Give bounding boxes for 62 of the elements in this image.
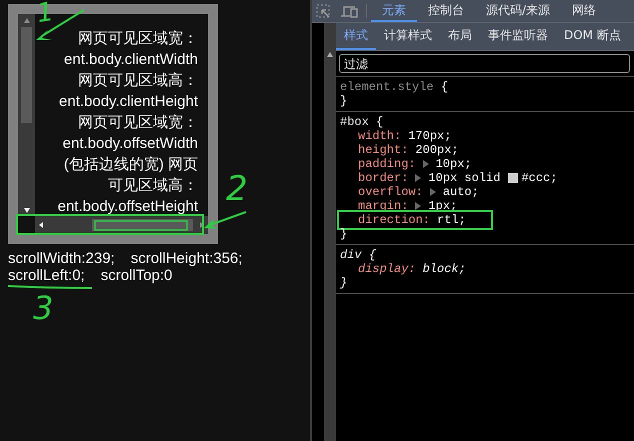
css-property-name: width: — [358, 129, 402, 143]
scroll-up-arrow-icon[interactable] — [24, 17, 30, 23]
annotation-number: 1 — [35, 0, 56, 28]
css-selector: #box — [340, 115, 369, 129]
box-text-line: 网页可见区域宽： — [78, 113, 198, 133]
scroll-down-arrow-icon[interactable] — [24, 207, 30, 213]
inspect-icon[interactable] — [316, 4, 331, 18]
css-selector: element.style — [340, 80, 434, 94]
box-text-line: 网页可见区域高： — [78, 71, 198, 91]
close-brace: } — [340, 227, 348, 241]
annotation-number: 2 — [226, 172, 248, 206]
css-property-value: rtl; — [437, 213, 466, 227]
scrollbar-thumb[interactable] — [21, 27, 32, 123]
css-property-value: 170px; — [408, 129, 452, 143]
open-brace: { — [440, 80, 448, 94]
box-text-line: 可见区域高： — [108, 176, 198, 196]
scroll-readout: scrollTop:0 — [100, 267, 172, 284]
css-selector: div — [340, 248, 362, 262]
devtools-tab[interactable]: 控制台 — [417, 0, 475, 22]
css-property-name: margin: — [358, 199, 408, 213]
scroll-readout: scrollHeight:356; — [130, 250, 242, 267]
css-property-name: border: — [358, 171, 408, 185]
open-brace: { — [376, 115, 384, 129]
device-toolbar-icon[interactable] — [341, 4, 358, 18]
box-text-line: ent.body.clientHeight — [59, 92, 198, 112]
scroll-readout: scrollWidth:239; — [8, 250, 115, 267]
annotation-arrow — [204, 210, 248, 230]
scroll-left-arrow-icon[interactable] — [38, 222, 44, 228]
box-text-line: ent.body.offsetHeight — [58, 197, 198, 216]
css-property-name: padding: — [358, 157, 416, 171]
box-text-line: 网页可见区域宽： — [78, 29, 198, 49]
styles-subtab[interactable]: DOM 断点 — [556, 23, 629, 50]
open-brace: { — [368, 248, 376, 262]
styles-subtab[interactable]: 布局 — [440, 23, 480, 50]
filter-field[interactable]: 过滤 — [339, 54, 630, 73]
color-swatch[interactable] — [508, 173, 518, 183]
scroll-up-arrow-icon[interactable] — [327, 51, 333, 57]
css-property-name: height: — [358, 143, 408, 157]
box-text-line: ent.body.clientWidth — [64, 50, 198, 70]
css-property-name: direction: — [358, 213, 430, 227]
annotation-number: 3 — [33, 292, 54, 324]
box-text-line: (包括边线的宽) 网页 — [64, 155, 198, 175]
vertical-scrollbar[interactable] — [18, 14, 35, 216]
devtools-tab[interactable]: 源代码/来源 — [475, 0, 562, 22]
styles-subtab[interactable]: 计算样式 — [376, 23, 440, 50]
scroll-readout: scrollLeft:0; — [8, 267, 85, 284]
css-property-name: display: — [358, 262, 416, 276]
css-property-value: block; — [422, 262, 466, 276]
css-color-value: #ccc; — [521, 171, 558, 185]
close-brace: } — [340, 276, 348, 290]
css-property-value: 10px solid — [415, 171, 500, 185]
css-property-value: 200px; — [415, 143, 459, 157]
box-text-line: ent.body.offsetWidth — [62, 134, 198, 154]
styles-subtab[interactable]: 事件监听器 — [480, 23, 556, 50]
css-property-name: overflow: — [358, 185, 423, 199]
panel-scrollbar[interactable] — [324, 23, 336, 441]
devtools-tab[interactable]: 网络 — [561, 0, 608, 22]
css-property-value: 10px; — [422, 157, 472, 171]
styles-subtab[interactable]: 样式 — [336, 23, 376, 50]
css-property-value: auto; — [430, 185, 479, 199]
scroll-right-arrow-icon[interactable] — [199, 222, 205, 228]
close-brace: } — [340, 94, 348, 108]
